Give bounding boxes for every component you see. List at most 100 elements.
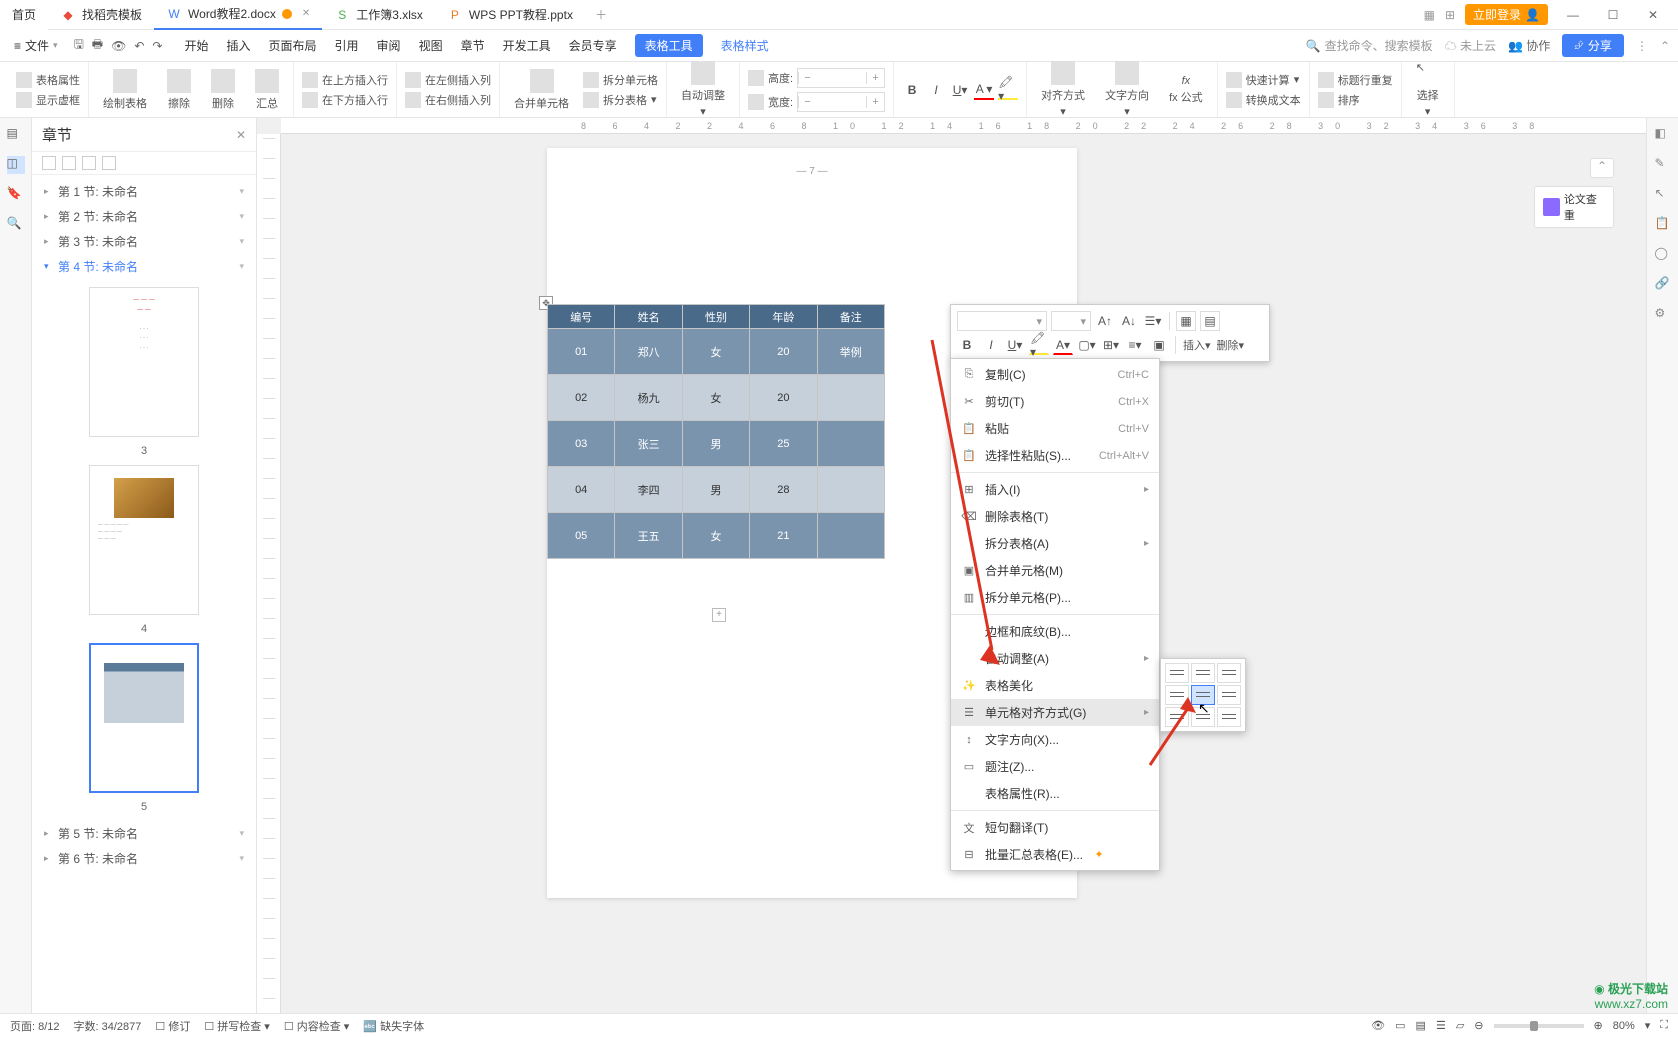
missing-font[interactable]: 🔤 缺失字体 [363,1018,424,1034]
document-table[interactable]: 编号 姓名 性别 年龄 备注 01郑八女20举例 02杨九女20 03张三男25… [547,304,885,559]
table-row[interactable]: 04李四男28 [548,467,885,513]
revise-toggle[interactable]: ☐ 修订 [155,1018,190,1034]
table-row[interactable]: 05王五女21 [548,513,885,559]
plus-icon[interactable]: + [866,96,884,108]
ctx-insert[interactable]: ⊞插入(I)▸ [951,476,1159,503]
page-thumb-3[interactable]: — — —— —· · ·· · ·· · · [89,287,199,437]
insert-menu[interactable]: 插入▾ [1182,335,1212,355]
italic-button[interactable]: I [926,80,946,100]
close-button[interactable]: ✕ [1638,8,1668,22]
expand-icon[interactable]: ⌃ [1660,39,1670,53]
tab-table-tools[interactable]: 表格工具 [635,34,703,57]
insert-row-below[interactable]: 在下方插入行 [302,90,388,110]
zoom-dropdown-icon[interactable]: ▾ [1645,1019,1651,1032]
minus-icon[interactable]: − [798,72,816,84]
nav-section-4[interactable]: ▾第 4 节: 未命名▾ [32,254,256,279]
fill-button[interactable]: ▢▾ [1077,335,1097,355]
ctx-copy[interactable]: ⎘复制(C)Ctrl+C [951,361,1159,388]
tab-template[interactable]: ◆ 找稻壳模板 [48,0,154,30]
plus-icon[interactable]: + [866,72,884,84]
page-thumb-5[interactable] [89,643,199,793]
paper-check-button[interactable]: 论文查重 [1534,186,1614,228]
ruler-icon[interactable]: ▱ [1456,1019,1464,1032]
tab-review[interactable]: 审阅 [377,37,401,54]
ctx-translate[interactable]: 文短句翻译(T) [951,814,1159,841]
share-button[interactable]: ⮵ 分享 [1562,34,1624,57]
grid-icon[interactable]: ▦ [1424,8,1435,22]
word-count[interactable]: 字数: 34/2877 [74,1018,142,1034]
bookmark-icon[interactable]: 🔖 [7,186,25,204]
preview-icon[interactable]: 👁 [111,39,126,53]
align-top-right[interactable] [1217,663,1241,683]
ctx-split-table[interactable]: 拆分表格(A)▸ [951,530,1159,557]
to-text-button[interactable]: 转换成文本 [1226,90,1301,110]
show-gridlines-button[interactable]: 显示虚框 [16,90,80,110]
zoom-out-button[interactable]: ⊖ [1474,1019,1483,1032]
zoom-slider[interactable] [1494,1024,1584,1028]
tab-member[interactable]: 会员专享 [569,37,617,54]
tab-reference[interactable]: 引用 [335,37,359,54]
view-page-icon[interactable]: ▭ [1395,1019,1405,1032]
vertical-ruler[interactable] [257,134,281,1013]
table-row[interactable]: 01郑八女20举例 [548,329,885,375]
highlight-button[interactable]: 🖍▾ [1029,335,1049,355]
formula-button[interactable]: fxfx 公式 [1163,75,1209,105]
grow-font-button[interactable]: A↑ [1095,311,1115,331]
settings-icon[interactable]: ⚙ [1655,306,1671,322]
search-input[interactable]: 🔍 查找命令、搜索模板 [1306,37,1433,54]
nav-tool-2[interactable] [62,156,76,170]
ctx-autofit[interactable]: 自动调整(A)▸ [951,645,1159,672]
border-button[interactable]: ⊞▾ [1101,335,1121,355]
nav-tool-4[interactable] [102,156,116,170]
clipboard-icon[interactable]: 📋 [1655,216,1671,232]
nav-tool-1[interactable] [42,156,56,170]
tab-ppt[interactable]: P WPS PPT教程.pptx [435,0,585,30]
sections-icon[interactable]: ◫ [7,156,25,174]
align-top-left[interactable] [1165,663,1189,683]
nav-section-2[interactable]: ▸第 2 节: 未命名▾ [32,204,256,229]
search-icon[interactable]: 🔍 [7,216,25,234]
insert-col-left[interactable]: 在左侧插入列 [405,70,491,90]
bold-button[interactable]: B [902,80,922,100]
list-button[interactable]: ☰▾ [1143,311,1163,331]
underline-button[interactable]: U ▾ [950,80,970,100]
ctx-beautify[interactable]: ✨表格美化 [951,672,1159,699]
font-family-select[interactable]: ▾ [957,311,1047,331]
nav-section-1[interactable]: ▸第 1 节: 未命名▾ [32,179,256,204]
align-button[interactable]: ≡▾ [1125,335,1145,355]
outline-icon[interactable]: ▤ [7,126,25,144]
th-id[interactable]: 编号 [548,305,615,329]
height-input[interactable]: −+ [797,68,885,88]
italic-button[interactable]: I [981,335,1001,355]
th-gender[interactable]: 性别 [682,305,749,329]
shape-icon[interactable]: ◯ [1655,246,1671,262]
merge-cells-button[interactable]: 合并单元格 [508,69,575,111]
ctx-cell-align[interactable]: ☰单元格对齐方式(G)▸ [951,699,1159,726]
align-bot-right[interactable] [1217,707,1241,727]
cloud-status[interactable]: ☁ 未上云 [1445,37,1496,54]
align-mid-right[interactable] [1217,685,1241,705]
align-button[interactable]: 对齐方式 ▾ [1035,61,1091,118]
tab-table-style[interactable]: 表格样式 [721,37,769,54]
zoom-level[interactable]: 80% [1613,1020,1635,1032]
text-dir-button[interactable]: 文字方向 ▾ [1099,61,1155,118]
th-note[interactable]: 备注 [817,305,884,329]
sort-button[interactable]: 排序 [1318,90,1393,110]
table-insert-button[interactable]: ▦ [1176,311,1196,331]
th-age[interactable]: 年龄 [750,305,817,329]
autofit-button[interactable]: 自动调整 ▾ [675,61,731,118]
bold-button[interactable]: B [957,335,977,355]
tab-insert[interactable]: 插入 [227,37,251,54]
summary-button[interactable]: 汇总 [249,69,285,111]
collapse-button[interactable]: ⌃ [1590,158,1614,178]
tab-excel[interactable]: S 工作簿3.xlsx [322,0,435,30]
split-table-button[interactable]: 拆分表格 ▾ [583,90,658,110]
shrink-font-button[interactable]: A↓ [1119,311,1139,331]
ctx-caption[interactable]: ▭题注(Z)... [951,753,1159,780]
align-top-center[interactable] [1191,663,1215,683]
add-row-handle[interactable]: + [712,608,726,622]
ctx-delete-table[interactable]: ⌫删除表格(T) [951,503,1159,530]
select-icon[interactable]: ↖ [1655,186,1671,202]
table-row[interactable]: 03张三男25 [548,421,885,467]
tab-layout[interactable]: 页面布局 [269,37,317,54]
